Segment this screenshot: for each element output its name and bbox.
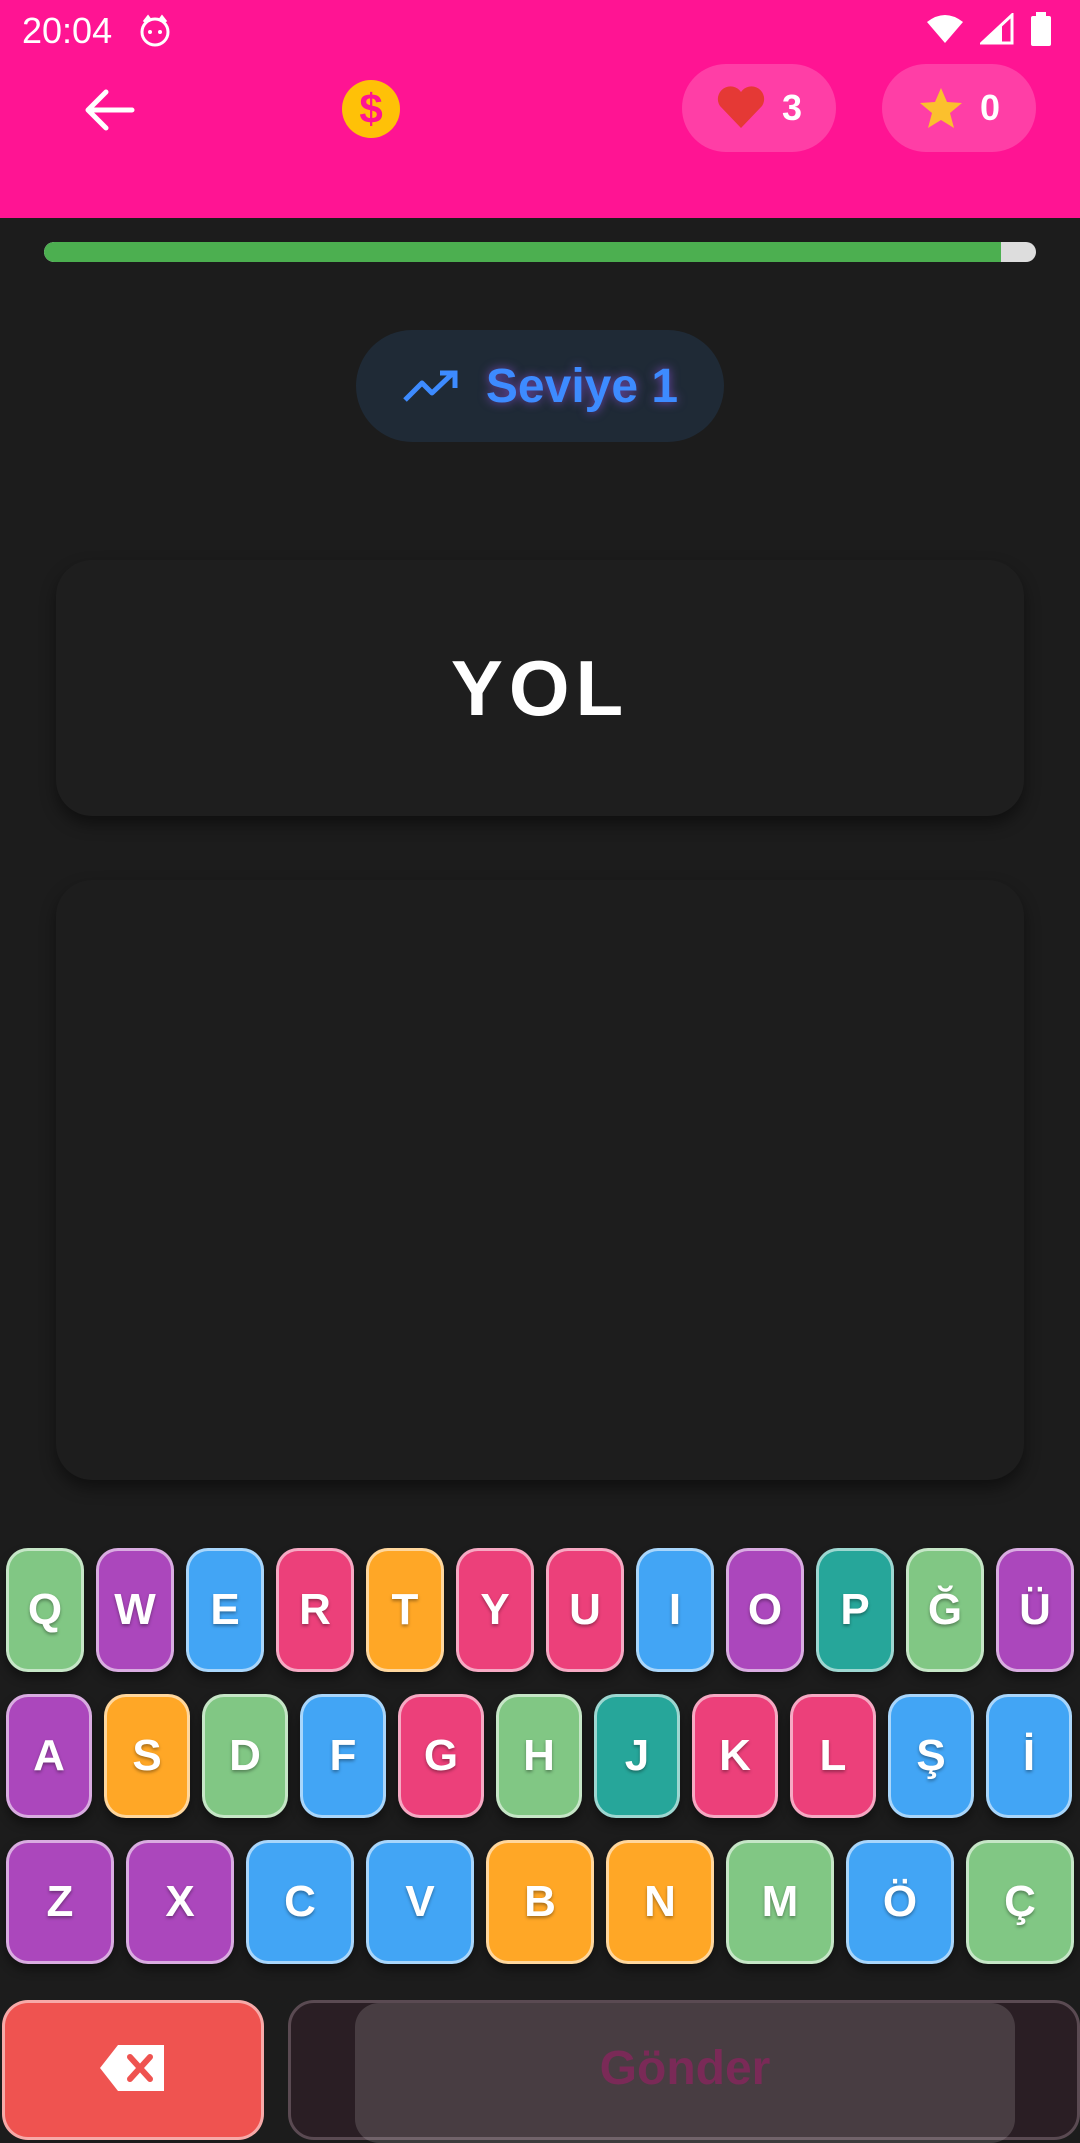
key-q[interactable]: Q [6,1548,84,1672]
coin-icon[interactable]: $ [342,80,400,138]
key-u[interactable]: U [546,1548,624,1672]
level-badge: Seviye 1 [356,330,724,442]
back-arrow-icon[interactable] [80,80,140,140]
star-icon [919,88,962,128]
key-f[interactable]: F [300,1694,386,1818]
lives-count: 3 [781,87,803,128]
answer-area [56,880,1024,1480]
submit-button[interactable]: Gönder [288,2000,1080,2143]
key-v[interactable]: V [366,1840,474,1964]
coin-symbol: $ [359,85,383,132]
key-b[interactable]: B [486,1840,594,1964]
key-p[interactable]: P [816,1548,894,1672]
key-t[interactable]: T [366,1548,444,1672]
key-a[interactable]: A [6,1694,92,1818]
wifi-icon [927,15,963,43]
key-ö[interactable]: Ö [846,1840,954,1964]
trending-up-icon [403,370,458,402]
heart-icon [717,86,765,128]
key-c[interactable]: C [246,1840,354,1964]
key-y[interactable]: Y [456,1548,534,1672]
key-w[interactable]: W [96,1548,174,1672]
status-time: 20:04 [22,10,113,51]
key-i[interactable]: I [636,1548,714,1672]
signal-icon [980,13,1014,45]
key-ç[interactable]: Ç [966,1840,1074,1964]
status-icons [926,12,1052,46]
key-x[interactable]: X [126,1840,234,1964]
level-label: Seviye 1 [485,359,679,413]
key-j[interactable]: J [594,1694,680,1818]
key-h[interactable]: H [496,1694,582,1818]
key-m[interactable]: M [726,1840,834,1964]
level-progress-bar [44,242,1036,262]
backspace-icon [100,2045,164,2091]
key-n[interactable]: N [606,1840,714,1964]
key-l[interactable]: L [790,1694,876,1818]
backspace-button[interactable] [2,2000,264,2140]
word-card: YOL [56,560,1024,816]
cat-notification-icon [140,14,170,47]
key-g[interactable]: G [398,1694,484,1818]
key-ğ[interactable]: Ğ [906,1548,984,1672]
key-o[interactable]: O [726,1548,804,1672]
lives-counter: 3 [682,64,836,152]
submit-label: Gönder [599,2042,771,2095]
key-d[interactable]: D [202,1694,288,1818]
key-r[interactable]: R [276,1548,354,1672]
submit-button-inner: Gönder [355,2003,1015,2143]
key-ş[interactable]: Ş [888,1694,974,1818]
key-z[interactable]: Z [6,1840,114,1964]
stars-count: 0 [979,87,1001,128]
key-ü[interactable]: Ü [996,1548,1074,1672]
stars-counter: 0 [882,64,1036,152]
progress-fill [44,242,1002,262]
key-i̇[interactable]: İ [986,1694,1072,1818]
battery-icon [1031,12,1051,46]
key-e[interactable]: E [186,1548,264,1672]
app-bar: 20:04 $ 3 0 [0,0,1080,218]
key-s[interactable]: S [104,1694,190,1818]
key-k[interactable]: K [692,1694,778,1818]
target-word: YOL [450,643,630,732]
